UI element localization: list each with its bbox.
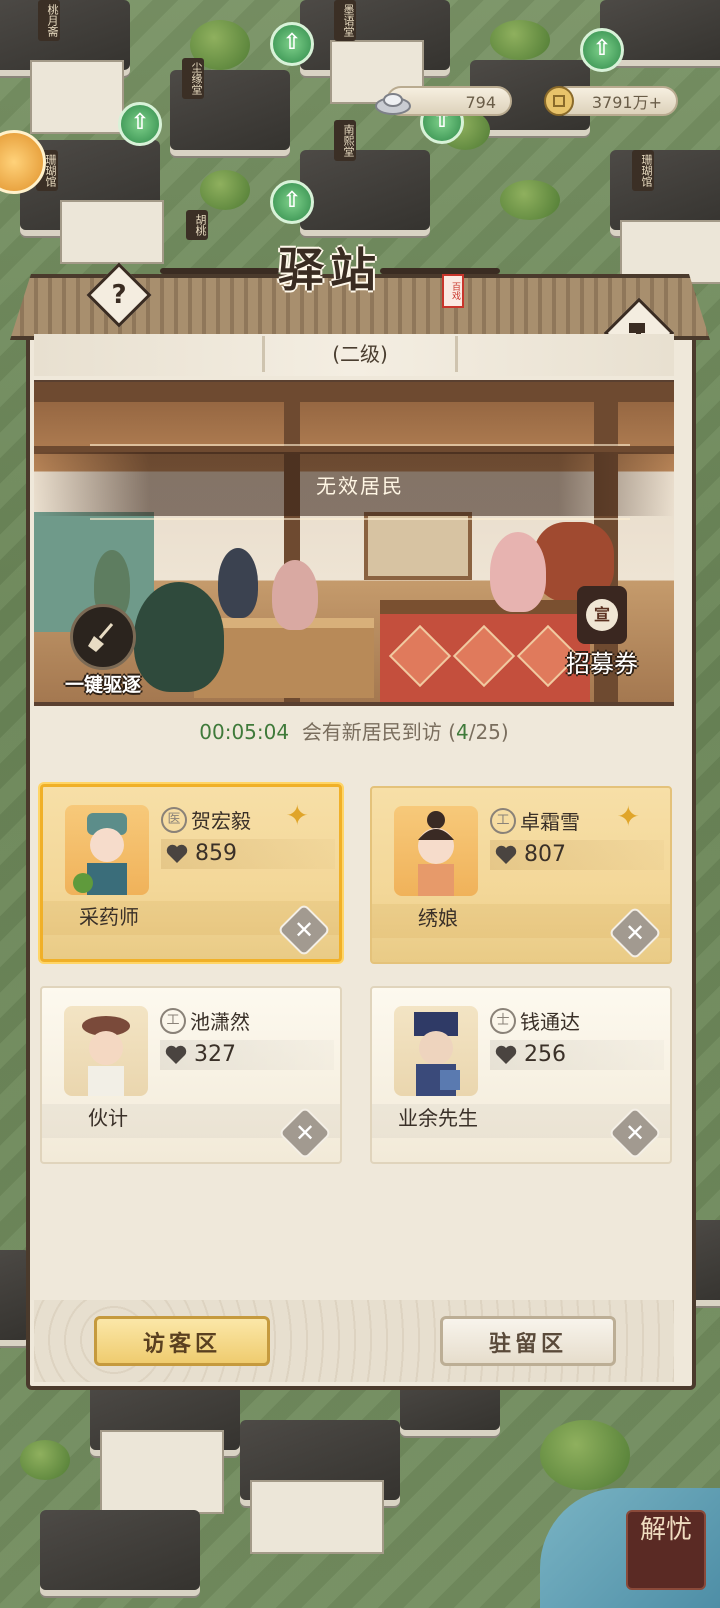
countdown: 00:05:04 <box>199 720 290 744</box>
city-sign: 桃月斋 <box>38 0 60 41</box>
city-sign: 尘缘堂 <box>182 58 204 99</box>
resident-job: 绣娘 <box>418 906 458 930</box>
recruit-ticket-label: 招募券 <box>566 650 638 678</box>
resident-portrait <box>64 1006 148 1096</box>
heart-icon <box>165 1045 187 1064</box>
profession-badge: 士 <box>490 1008 516 1034</box>
resident-portrait <box>394 1006 478 1096</box>
visitor-capacity: /25) <box>468 720 509 744</box>
visitor-timer: 00:05:04 会有新居民到访 (4/25) <box>34 716 674 745</box>
recruit-ticket-button[interactable]: 宣 招募券 <box>546 586 658 679</box>
profession-badge: 工 <box>160 1008 186 1034</box>
heart-icon <box>166 844 188 863</box>
heart-icon <box>495 845 517 864</box>
title-seal: 百戏 <box>442 274 464 308</box>
broom-icon <box>88 623 114 652</box>
sparkle-icon: ✦ <box>285 799 309 832</box>
visitor-count: 4 <box>455 720 469 744</box>
help-icon: ? <box>111 280 127 310</box>
resident-job: 采药师 <box>79 905 139 929</box>
upgrade-arrow-icon[interactable]: ⇧ <box>118 102 162 146</box>
coin-amount: 3791万+ <box>591 93 662 112</box>
silver-ingot-icon <box>375 93 411 115</box>
resident-card[interactable]: 采药师 医 贺宏毅 859 ✦ ✕ <box>40 784 342 962</box>
resident-name: 贺宏毅 <box>191 809 251 833</box>
resident-name: 卓霜雪 <box>520 810 580 834</box>
resident-value: 859 <box>195 841 237 866</box>
sparkle-icon: ✦ <box>616 800 640 833</box>
resident-card[interactable]: 绣娘 工 卓霜雪 807 ✦ ✕ <box>370 786 672 964</box>
resident-value: 256 <box>524 1042 566 1067</box>
close-icon: ✕ <box>294 1119 316 1147</box>
evict-all-label: 一键驱逐 <box>64 674 141 696</box>
timer-message: 会有新居民到访 ( <box>301 720 456 744</box>
resident-portrait <box>65 805 149 895</box>
close-icon: ✕ <box>624 919 646 947</box>
resident-portrait <box>394 806 478 896</box>
resident-value: 327 <box>194 1042 236 1067</box>
resident-job: 业余先生 <box>398 1106 478 1130</box>
visitor-area-tab[interactable]: 访客区 <box>94 1316 270 1366</box>
profession-badge: 工 <box>490 808 516 834</box>
resident-name: 钱通达 <box>520 1010 580 1034</box>
station-level: (二级) <box>262 336 458 372</box>
city-sign: 墨语堂 <box>334 0 356 41</box>
heart-icon <box>495 1045 517 1064</box>
close-icon: ✕ <box>293 916 315 944</box>
copper-coin-icon <box>544 86 574 116</box>
resident-area-tab[interactable]: 驻留区 <box>440 1316 616 1366</box>
upgrade-arrow-icon[interactable]: ⇧ <box>580 28 624 72</box>
silver-counter[interactable]: 794 <box>375 86 512 116</box>
coin-counter[interactable]: 3791万+ <box>544 86 678 116</box>
resident-name: 池潇然 <box>190 1010 250 1034</box>
upgrade-arrow-icon[interactable]: ⇧ <box>270 180 314 224</box>
recruit-scroll-icon: 宣 <box>577 586 627 644</box>
corner-logo[interactable]: 解忧 <box>626 1510 706 1590</box>
city-sign: 南熙堂 <box>334 120 356 161</box>
resident-job: 伙计 <box>88 1106 128 1130</box>
evict-all-button[interactable]: 一键驱逐 <box>48 604 158 697</box>
scene-status-text: 无效居民 <box>316 474 404 498</box>
upgrade-arrow-icon[interactable]: ⇧ <box>270 22 314 66</box>
profession-badge: 医 <box>161 807 187 833</box>
silver-amount: 794 <box>465 93 496 112</box>
resident-value: 807 <box>524 842 566 867</box>
city-sign: 珊瑚馆 <box>632 150 654 191</box>
resident-card[interactable]: 伙计 工 池潇然 327 ✕ <box>40 986 342 1164</box>
close-icon: ✕ <box>624 1119 646 1147</box>
resident-card[interactable]: 业余先生 士 钱通达 256 ✕ <box>370 986 672 1164</box>
